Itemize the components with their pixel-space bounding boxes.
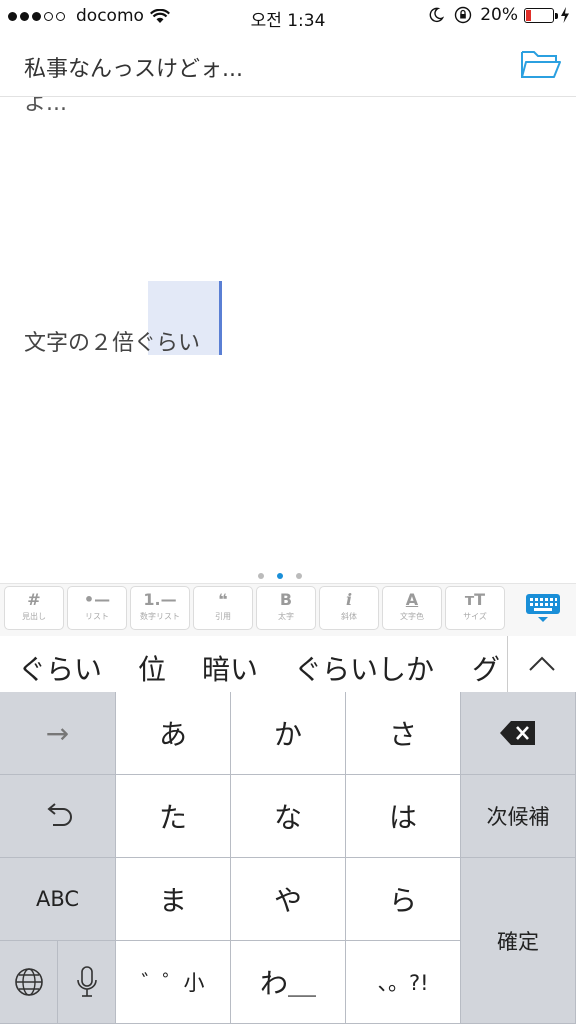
bullet-list-label: リスト [85, 612, 109, 621]
battery-percent: 20% [480, 5, 518, 25]
kana-key-ta[interactable]: た [116, 775, 231, 858]
numbered-list-icon: 1.— [143, 590, 177, 609]
confirm-key[interactable]: 確定 [461, 858, 576, 1024]
selected-text: ぐらい [134, 331, 201, 356]
kana-key-a[interactable]: あ [116, 692, 231, 775]
page-dot [277, 573, 283, 579]
candidate-item[interactable]: グ [472, 648, 500, 688]
document-title[interactable]: 私事なんっスけどォ... [24, 51, 243, 83]
candidate-item[interactable]: ぐらい [18, 648, 102, 688]
undo-key[interactable] [0, 775, 116, 858]
bold-icon: B [279, 590, 293, 609]
kana-key-ka[interactable]: か [231, 692, 346, 775]
candidate-bar: ぐらい 位 暗い ぐらいしか グ [0, 636, 576, 693]
editor-line: 文字の２倍ぐらい [24, 325, 200, 357]
keyboard-dismiss-icon[interactable] [524, 592, 562, 624]
globe-icon [14, 968, 43, 996]
quote-button[interactable]: ❝ 引用 [193, 586, 253, 630]
abc-mode-key[interactable]: ABC [0, 858, 116, 941]
heading-label: 見出し [22, 612, 46, 621]
kana-key-ma[interactable]: ま [116, 858, 231, 941]
editor-line-partial: よ... [24, 97, 67, 116]
candidate-item[interactable]: 暗い [202, 648, 258, 688]
globe-key[interactable] [0, 941, 58, 1024]
page-indicator [258, 573, 315, 579]
charging-bolt-icon [561, 7, 569, 23]
text-color-label: 文字色 [400, 612, 424, 621]
text-caret [219, 281, 222, 355]
battery-level-fill [526, 9, 531, 21]
text-color-icon: A [405, 590, 419, 609]
page-dot [258, 573, 264, 579]
font-size-icon: тT [464, 590, 486, 609]
next-candidate-key[interactable]: 次候補 [461, 775, 576, 858]
numbered-list-label: 数字リスト [140, 612, 180, 621]
kana-key-na[interactable]: な [231, 775, 346, 858]
bold-label: 太字 [278, 612, 294, 621]
kana-key-wa[interactable]: わ＿ [231, 941, 346, 1024]
bullet-list-button[interactable]: •— リスト [67, 586, 127, 630]
japanese-flick-keyboard: → ABC あ か さ た な は ま や ら ゛゜小 わ＿ 、。?! 次候補 … [0, 692, 576, 1024]
backspace-icon [500, 721, 535, 745]
page-dot [296, 573, 302, 579]
italic-label: 斜体 [341, 612, 357, 621]
document-header: 私事なんっスけどォ... [0, 32, 576, 97]
italic-button[interactable]: i 斜体 [319, 586, 379, 630]
bullet-list-icon: •— [83, 590, 111, 609]
kana-key-ra[interactable]: ら [346, 858, 461, 941]
quote-icon: ❝ [218, 590, 228, 609]
battery-icon [524, 7, 558, 23]
editor-text: 文字の２倍 [24, 331, 135, 356]
font-size-label: サイズ [463, 612, 487, 621]
arrow-right-icon: → [45, 716, 70, 750]
do-not-disturb-moon-icon [429, 7, 445, 23]
numbered-list-button[interactable]: 1.— 数字リスト [130, 586, 190, 630]
backspace-key[interactable] [461, 692, 576, 775]
dictation-key[interactable] [58, 941, 116, 1024]
dakuten-small-key[interactable]: ゛゜小 [116, 941, 231, 1024]
status-bar: docomo 오전 1:34 20% [0, 0, 576, 32]
format-toolbar: # 見出し •— リスト 1.— 数字リスト ❝ 引用 B 太字 i 斜体 A … [0, 583, 576, 637]
heading-button[interactable]: # 見出し [4, 586, 64, 630]
candidate-item[interactable]: 位 [138, 648, 166, 688]
punctuation-key[interactable]: 、。?! [346, 941, 461, 1024]
kana-key-sa[interactable]: さ [346, 692, 461, 775]
undo-icon [46, 803, 72, 826]
microphone-icon [76, 966, 97, 997]
status-right: 20% [428, 5, 570, 25]
rotation-lock-icon [455, 6, 472, 24]
battery-nub [555, 12, 558, 19]
expand-candidates-button[interactable] [507, 636, 576, 692]
folder-icon[interactable] [520, 46, 562, 82]
candidate-item[interactable]: ぐらいしか [294, 648, 434, 688]
chevron-up-icon [529, 656, 555, 671]
kana-key-ha[interactable]: は [346, 775, 461, 858]
heading-icon: # [27, 590, 41, 609]
italic-icon: i [345, 590, 353, 609]
font-size-button[interactable]: тT サイズ [445, 586, 505, 630]
quote-label: 引用 [215, 612, 231, 621]
kana-key-ya[interactable]: や [231, 858, 346, 941]
cursor-right-key[interactable]: → [0, 692, 116, 775]
text-color-button[interactable]: A 文字色 [382, 586, 442, 630]
editor-area[interactable]: よ... 文字の２倍ぐらい [0, 97, 576, 567]
bold-button[interactable]: B 太字 [256, 586, 316, 630]
